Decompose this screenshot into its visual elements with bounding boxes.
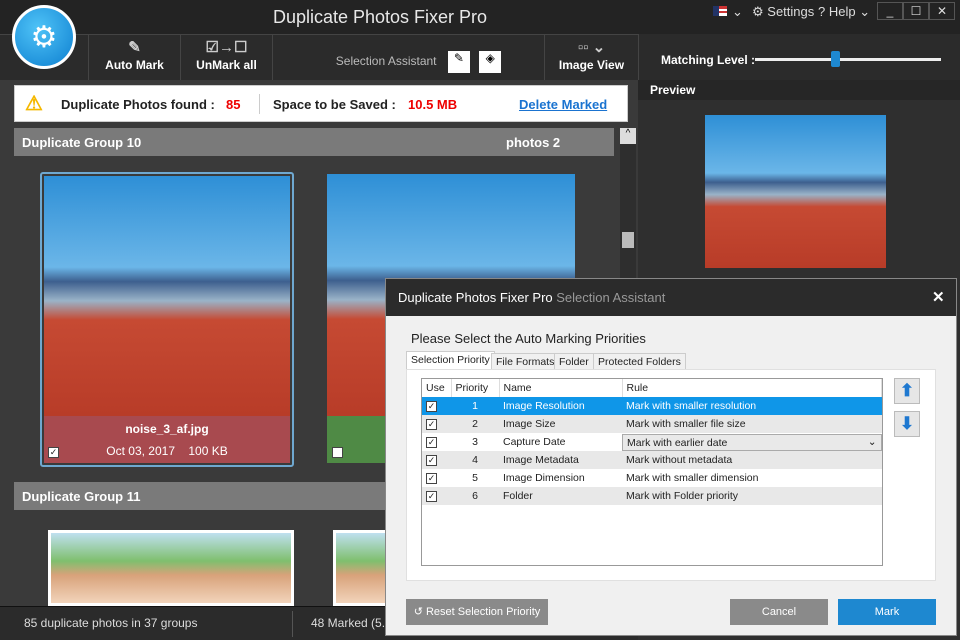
magic-wand-icon: ✎	[128, 39, 141, 56]
us-flag-icon[interactable]	[713, 6, 727, 16]
app-title: Duplicate Photos Fixer Pro	[272, 7, 488, 27]
maximize-button[interactable]: ☐	[903, 2, 929, 20]
image-view-button[interactable]: ▫▫ ⌄ Image View	[544, 34, 638, 80]
warning-icon: ⚠	[25, 93, 43, 115]
matching-level-bar: Matching Level :	[638, 34, 960, 80]
settings-button[interactable]: ⚙ Settings	[752, 4, 814, 20]
photo-checkbox[interactable]	[332, 447, 343, 458]
auto-mark-button[interactable]: ✎ Auto Mark	[88, 34, 180, 80]
summary-bar: ⚠ Duplicate Photos found : 85 Space to b…	[14, 85, 628, 122]
priority-row[interactable]: ✓ 4 Image Metadata Mark without metadata	[422, 451, 882, 469]
move-up-button[interactable]: ⬆	[894, 378, 920, 404]
priority-row[interactable]: ✓ 1 Image Resolution Mark with smaller reso…	[422, 397, 882, 415]
grid-view-icon: ▫▫ ⌄	[577, 39, 606, 56]
use-checkbox[interactable]: ✓	[426, 401, 437, 412]
unmark-all-button[interactable]: ☑→☐ UnMark all	[180, 34, 272, 80]
tab-selection-priority[interactable]: Selection Priority	[406, 351, 495, 370]
title-bar: Duplicate Photos Fixer Pro ⌄ ⚙ Settings …	[0, 0, 960, 34]
selection-assistant-group: Selection Assistant ✎ ◈	[272, 34, 544, 80]
priority-row[interactable]: ✓ 3 Capture Date Mark with earlier date ⌄	[422, 433, 882, 451]
use-checkbox[interactable]: ✓	[426, 491, 437, 502]
help-button[interactable]: ? Help ⌄	[818, 4, 870, 20]
dialog-title-bar: Duplicate Photos Fixer Pro Selection Ass…	[386, 279, 956, 316]
language-chevron-icon[interactable]: ⌄	[732, 4, 743, 20]
group-header: Duplicate Group 10 photos 2	[14, 128, 614, 156]
eraser-button[interactable]: ◈	[479, 51, 502, 73]
photo-checkbox[interactable]: ✓	[48, 447, 59, 458]
move-down-button[interactable]: ⬇	[894, 411, 920, 437]
close-button[interactable]: ✕	[929, 2, 955, 20]
use-checkbox[interactable]: ✓	[426, 437, 437, 448]
preview-image	[705, 115, 886, 268]
delete-marked-link[interactable]: Delete Marked	[519, 97, 607, 112]
tab-protected-folders[interactable]: Protected Folders	[593, 353, 686, 370]
photo-thumbnail[interactable]	[333, 530, 393, 606]
rule-dropdown[interactable]: Mark with earlier date ⌄	[622, 433, 882, 451]
tab-panel: Use Priority Name Rule ✓ 1 Image Resolutio…	[406, 369, 936, 581]
use-checkbox[interactable]: ✓	[426, 455, 437, 466]
use-checkbox[interactable]: ✓	[426, 419, 437, 430]
priority-table: Use Priority Name Rule ✓ 1 Image Resolutio…	[421, 378, 883, 566]
priority-row[interactable]: ✓ 5 Image Dimension Mark with smaller dimen…	[422, 469, 882, 487]
tab-folder[interactable]: Folder	[554, 353, 594, 370]
chevron-down-icon: ⌄	[867, 435, 877, 448]
matching-level-slider[interactable]	[755, 58, 941, 61]
selection-assistant-wand-button[interactable]: ✎	[447, 51, 470, 73]
tab-file-formats[interactable]: File Formats	[491, 353, 560, 370]
cancel-button[interactable]: Cancel	[730, 599, 828, 625]
selection-assistant-dialog: Duplicate Photos Fixer Pro Selection Ass…	[385, 278, 957, 636]
photo-thumbnail[interactable]	[44, 176, 290, 416]
use-checkbox[interactable]: ✓	[426, 473, 437, 484]
scroll-thumb[interactable]	[622, 232, 634, 248]
priority-row[interactable]: ✓ 2 Image Size Mark with smaller file size	[422, 415, 882, 433]
reset-icon: ↺	[413, 606, 426, 618]
unmark-icon: ☑→☐	[205, 39, 248, 56]
minimize-button[interactable]: _	[877, 2, 903, 20]
priority-row[interactable]: ✓ 6 Folder Mark with Folder priority	[422, 487, 882, 505]
slider-thumb[interactable]	[830, 51, 840, 67]
divider	[259, 94, 260, 114]
app-logo: ⚙	[12, 5, 76, 69]
photo-card[interactable]: noise_3_af.jpg Oct 03, 2017 100 KB ✓	[40, 172, 294, 467]
photo-thumbnail[interactable]	[48, 530, 294, 606]
reset-selection-priority-button[interactable]: ↺ Reset Selection Priority	[406, 599, 548, 625]
mark-button[interactable]: Mark	[838, 599, 936, 625]
dialog-close-button[interactable]: ✕	[932, 288, 945, 306]
gear-icon: ⚙	[752, 4, 768, 19]
